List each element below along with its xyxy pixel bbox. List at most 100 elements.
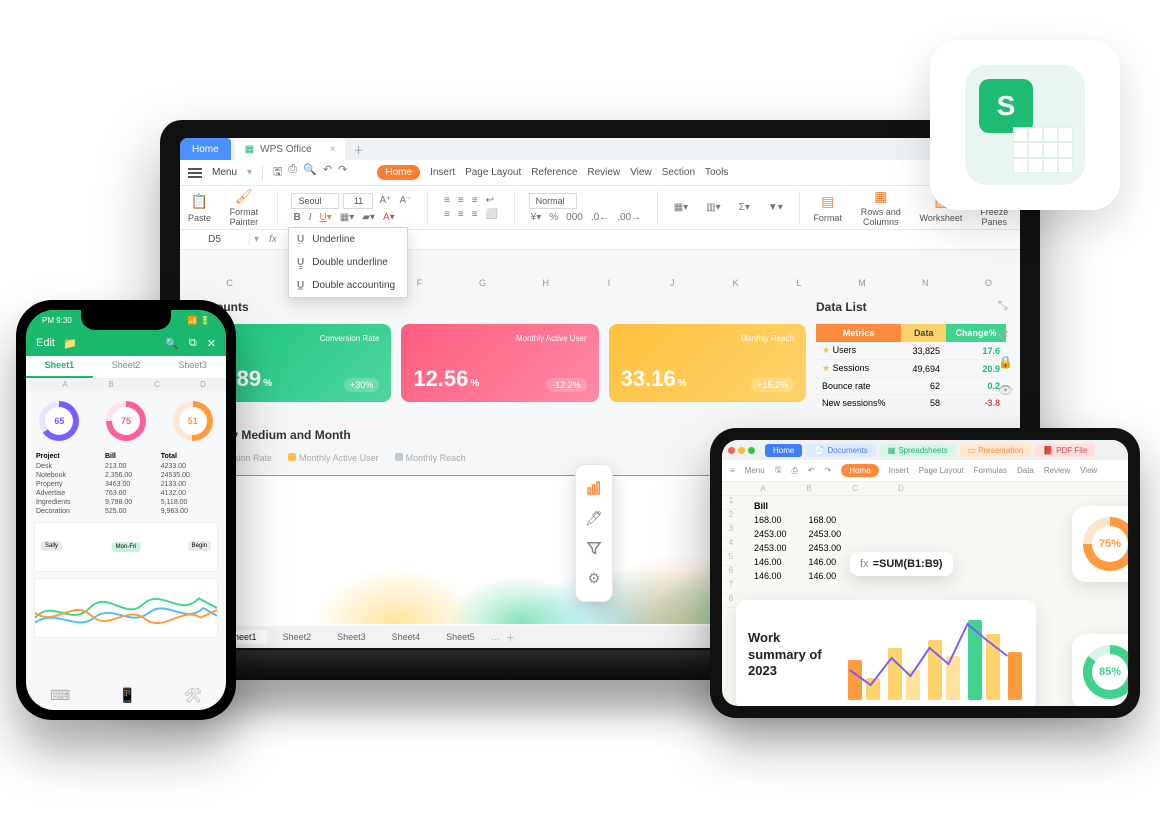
sort-filter-icon[interactable]: ▼▾ [766, 202, 785, 213]
sheet-tab[interactable]: Sheet3 [327, 630, 376, 644]
expand-icon[interactable]: ⤡ [998, 298, 1018, 313]
phone-icon[interactable]: 📱 [119, 687, 136, 704]
sheet-tab[interactable]: Sheet1 [26, 356, 93, 378]
tab-pdf[interactable]: 📕PDF File [1035, 444, 1095, 457]
autosum-icon[interactable]: Σ▾ [737, 202, 752, 213]
folder-icon[interactable]: 📁 [63, 337, 77, 350]
preview-icon[interactable]: 🔍 [303, 163, 317, 182]
merge-icon[interactable]: ⬜ [484, 209, 500, 220]
italic-icon[interactable]: I [307, 212, 314, 223]
eye-icon[interactable]: 👁 [998, 383, 1018, 397]
increase-font-icon[interactable]: A⁺ [377, 195, 393, 206]
align-top-icon[interactable]: ≡ [442, 195, 452, 206]
print-icon[interactable]: ⎙ [288, 163, 297, 182]
add-sheet-icon[interactable]: ＋ [506, 631, 515, 644]
print-icon[interactable]: ⎙ [792, 466, 798, 476]
menu-label[interactable]: Menu [745, 466, 765, 475]
font-color-icon[interactable]: A▾ [381, 212, 397, 223]
redo-icon[interactable]: ↷ [825, 466, 832, 475]
underline-option[interactable]: U̲Underline [289, 228, 407, 251]
close-icon[interactable]: ✕ [207, 337, 216, 350]
font-name-select[interactable]: Seoul [291, 193, 339, 209]
align-middle-icon[interactable]: ≡ [456, 195, 466, 206]
rows-cols-button[interactable]: ▦ Rows and Columns [856, 188, 906, 228]
chart-toolbar[interactable]: ➤ 🖊 ⚙ [575, 464, 613, 602]
edit-label[interactable]: Edit [36, 337, 55, 349]
ribbon-tab-review[interactable]: Review [587, 167, 620, 178]
phone-bottom-bar[interactable]: ⌨ 📱 🛠 [26, 680, 226, 710]
tablet-app-tabs[interactable]: Home 📄Documents ▦Spreadsheets ▭Presentat… [722, 440, 1128, 460]
close-tab-icon[interactable]: × [330, 144, 336, 155]
ribbon-tab[interactable]: Insert [889, 466, 909, 475]
ribbon-tab-home[interactable]: Home [841, 464, 878, 477]
redo-icon[interactable]: ↷ [338, 163, 347, 182]
bold-icon[interactable]: B [291, 212, 302, 223]
chart-style-icon[interactable]: 🖊 [576, 503, 612, 533]
hamburger-icon[interactable]: ≡ [730, 466, 735, 475]
format-button[interactable]: ▤ Format [813, 193, 842, 223]
ribbon-tab-insert[interactable]: Insert [430, 167, 455, 178]
tools-icon[interactable]: 🛠 [184, 687, 202, 704]
ribbon-tab-view[interactable]: View [630, 167, 652, 178]
ribbon-tab-tools[interactable]: Tools [705, 167, 728, 178]
border-icon[interactable]: ▦▾ [338, 212, 356, 223]
undo-icon[interactable]: ↶ [323, 163, 332, 182]
cell-reference[interactable]: D5 [180, 234, 250, 245]
ribbon-tab-home[interactable]: Home [377, 165, 420, 180]
ribbon-tab[interactable]: Review [1044, 466, 1070, 475]
sheet-tab[interactable]: Sheet5 [436, 630, 485, 644]
percent-icon[interactable]: % [547, 212, 560, 223]
align-right-icon[interactable]: ≡ [470, 209, 480, 220]
currency-icon[interactable]: ¥▾ [529, 212, 544, 223]
ribbon-tab-section[interactable]: Section [662, 167, 695, 178]
phone-toolbar[interactable]: Edit 📁 🔍 ⧉ ✕ [26, 330, 226, 356]
tab-document[interactable]: ▦ WPS Office × [235, 138, 346, 160]
chevron-down-icon[interactable]: ▾ [250, 234, 263, 245]
ribbon-tab[interactable]: Data [1017, 466, 1034, 475]
paste-button[interactable]: 📋 Paste [188, 193, 211, 223]
double-accounting-option[interactable]: U͇Double accounting [289, 274, 407, 297]
ribbon-tab-pagelayout[interactable]: Page Layout [465, 167, 521, 178]
sheet-tab[interactable]: Sheet3 [159, 356, 226, 378]
undo-icon[interactable]: ↶ [808, 466, 815, 475]
save-icon[interactable]: 🖫 [775, 464, 782, 478]
dec-inc-icon[interactable]: .0← [589, 212, 611, 223]
sheet-tab[interactable]: Sheet4 [382, 630, 431, 644]
font-size-select[interactable]: 11 [343, 193, 373, 209]
hamburger-icon[interactable] [188, 168, 202, 178]
fx-label[interactable]: fx [263, 234, 283, 245]
underline-dropdown[interactable]: U̲Underline U̳Double underline U͇Double … [288, 227, 408, 298]
underline-icon[interactable]: U▾ [318, 212, 334, 223]
ribbon-tab-reference[interactable]: Reference [531, 167, 577, 178]
search-icon[interactable]: 🔍 [165, 337, 179, 350]
quick-access-toolbar[interactable]: 🖫 ⎙ 🔍 ↶ ↷ [273, 163, 347, 182]
tablet-ribbon[interactable]: ≡ Menu 🖫 ⎙ ↶ ↷ Home Insert Page Layout F… [722, 460, 1128, 482]
number-format-select[interactable]: Normal [529, 193, 577, 209]
lock-icon[interactable]: 🔒 [998, 355, 1018, 369]
mau-card[interactable]: Monthly Active User 12.56% -12.2% [401, 324, 598, 402]
tab-home-launcher[interactable]: Home [180, 138, 231, 160]
fill-color-icon[interactable]: ▰▾ [360, 212, 377, 223]
format-painter-button[interactable]: 🖌 Format Painter [225, 188, 263, 228]
tab-documents[interactable]: 📄Documents [806, 444, 875, 457]
double-underline-option[interactable]: U̳Double underline [289, 251, 407, 274]
chart-filter-icon[interactable] [576, 533, 612, 563]
align-bottom-icon[interactable]: ≡ [470, 195, 480, 206]
tab-home[interactable]: Home [765, 444, 802, 457]
phone-sheet-tabs[interactable]: Sheet1 Sheet2 Sheet3 [26, 356, 226, 378]
sheet-tab[interactable]: Sheet2 [93, 356, 160, 378]
chart-settings-icon[interactable]: ⚙ [576, 563, 612, 593]
keyboard-icon[interactable]: ⌨ [50, 687, 70, 704]
dec-dec-icon[interactable]: .00→ [615, 212, 643, 223]
ribbon-tab[interactable]: View [1080, 466, 1097, 475]
new-tab-button[interactable]: ＋ [353, 142, 363, 157]
align-center-icon[interactable]: ≡ [456, 209, 466, 220]
conditional-fmt-icon[interactable]: ▥▾ [704, 202, 722, 213]
align-left-icon[interactable]: ≡ [442, 209, 452, 220]
wrap-icon[interactable]: ↩ [484, 195, 496, 206]
ribbon-tab[interactable]: Page Layout [919, 466, 964, 475]
decrease-font-icon[interactable]: A⁻ [397, 195, 413, 206]
window-tabbar[interactable]: Home ▦ WPS Office × ＋ [180, 138, 1020, 160]
comma-icon[interactable]: 000 [564, 212, 585, 223]
more-sheets-icon[interactable]: … [491, 632, 500, 642]
